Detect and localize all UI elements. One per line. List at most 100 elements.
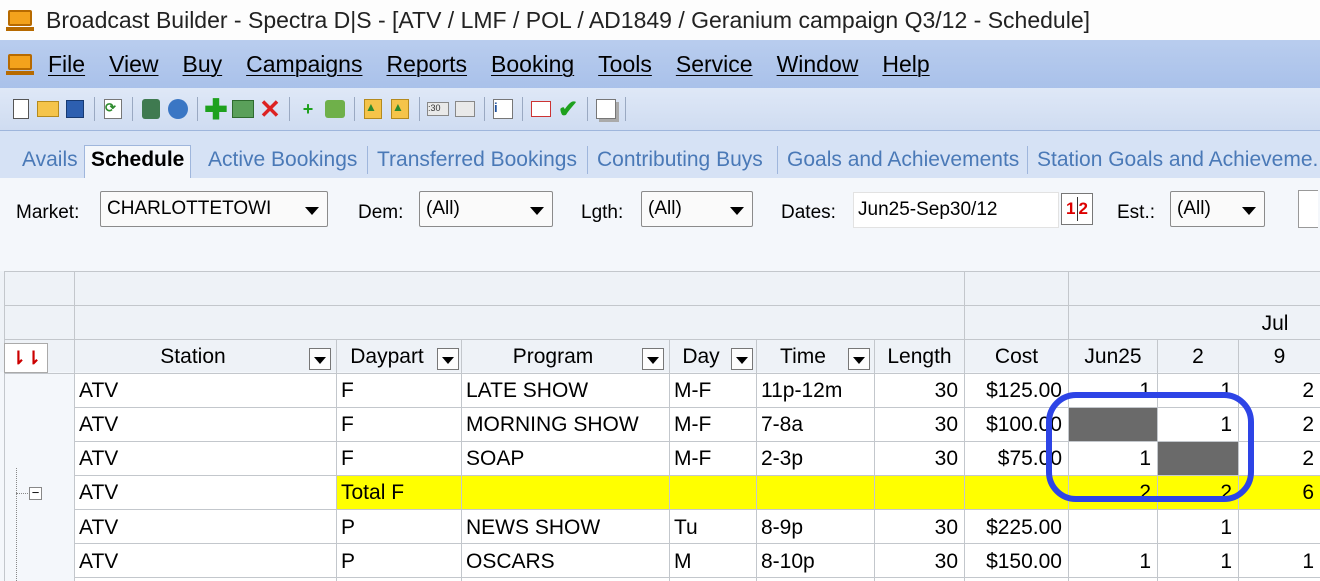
open-folder-icon[interactable] xyxy=(37,98,59,120)
column-header-week-2[interactable]: 2 xyxy=(1158,345,1238,369)
delete-icon[interactable]: ✕ xyxy=(259,94,281,124)
daypart-filter-dropdown[interactable] xyxy=(437,348,459,370)
row-time[interactable]: 8-10p xyxy=(757,550,874,574)
add-line-icon[interactable]: + xyxy=(297,98,319,120)
column-header-day[interactable]: Day xyxy=(670,345,732,369)
column-header-station[interactable]: Station xyxy=(75,345,311,369)
tab-avails[interactable]: Avails xyxy=(22,148,78,172)
green-tool-icon[interactable] xyxy=(324,98,346,120)
row-station[interactable]: ATV xyxy=(75,516,336,540)
add-icon[interactable]: ✚ xyxy=(204,94,227,125)
row-week-1[interactable]: 1 xyxy=(1069,550,1157,574)
menu-booking[interactable]: Booking xyxy=(491,51,574,78)
upload-alt-icon[interactable]: ▲ xyxy=(389,98,411,120)
row-day[interactable]: M-F xyxy=(670,413,756,437)
dem-select[interactable]: (All) xyxy=(419,191,553,227)
menu-help[interactable]: Help xyxy=(882,51,929,78)
form-icon[interactable] xyxy=(530,98,552,120)
row-program[interactable]: NEWS SHOW xyxy=(462,516,669,540)
image-icon[interactable] xyxy=(232,98,254,120)
menu-file[interactable]: File xyxy=(48,51,85,78)
filter-button[interactable] xyxy=(1298,190,1318,228)
row-time[interactable]: 2-3p xyxy=(757,447,874,471)
menu-buy[interactable]: Buy xyxy=(183,51,223,78)
row-station[interactable]: ATV xyxy=(75,481,336,505)
new-document-icon[interactable] xyxy=(10,98,32,120)
row-daypart[interactable]: P xyxy=(337,550,461,574)
check-icon[interactable]: ✔ xyxy=(557,96,579,123)
collapse-toggle[interactable]: − xyxy=(29,486,42,500)
calendar-icon[interactable]: 12 xyxy=(1061,193,1093,225)
column-header-daypart[interactable]: Daypart xyxy=(337,345,437,369)
length-select[interactable]: (All) xyxy=(641,191,753,227)
tab-schedule[interactable]: Schedule xyxy=(84,145,192,179)
row-daypart-total[interactable]: Total F xyxy=(337,481,461,505)
tab-transferred-bookings[interactable]: Transferred Bookings xyxy=(377,148,577,172)
row-time[interactable]: 11p-12m xyxy=(757,379,874,403)
copy-icon[interactable] xyxy=(454,98,476,120)
day-filter-dropdown[interactable] xyxy=(731,348,753,370)
est-select[interactable]: (All) xyxy=(1170,191,1265,227)
menu-service[interactable]: Service xyxy=(676,51,753,78)
row-day[interactable]: M xyxy=(670,550,756,574)
row-week-3[interactable]: 1 xyxy=(1239,550,1320,574)
row-cost[interactable]: $150.00 xyxy=(965,550,1068,574)
row-day[interactable]: M-F xyxy=(670,379,756,403)
windows-icon[interactable] xyxy=(595,98,617,120)
station-filter-dropdown[interactable] xyxy=(309,348,331,370)
refresh-icon[interactable]: ⟳ xyxy=(102,98,124,120)
row-daypart[interactable]: F xyxy=(337,379,461,403)
row-daypart[interactable]: F xyxy=(337,413,461,437)
menu-campaigns[interactable]: Campaigns xyxy=(246,51,362,78)
row-length[interactable]: 30 xyxy=(875,550,964,574)
row-station[interactable]: ATV xyxy=(75,413,336,437)
row-daypart[interactable]: F xyxy=(337,447,461,471)
time-filter-dropdown[interactable] xyxy=(848,348,870,370)
row-cost[interactable]: $125.00 xyxy=(965,379,1068,403)
column-header-cost[interactable]: Cost xyxy=(965,345,1068,369)
row-station[interactable]: ATV xyxy=(75,550,336,574)
tab-active-bookings[interactable]: Active Bookings xyxy=(208,148,357,172)
program-filter-dropdown[interactable] xyxy=(642,348,664,370)
menu-view[interactable]: View xyxy=(109,51,158,78)
save-disk-icon[interactable] xyxy=(64,98,86,120)
menu-reports[interactable]: Reports xyxy=(386,51,467,78)
column-header-week-1[interactable]: Jun25 xyxy=(1069,345,1157,369)
row-station[interactable]: ATV xyxy=(75,447,336,471)
row-time[interactable]: 7-8a xyxy=(757,413,874,437)
column-header-length[interactable]: Length xyxy=(875,345,964,369)
row-week-3[interactable]: 2 xyxy=(1239,379,1320,403)
row-length[interactable]: 30 xyxy=(875,379,964,403)
tab-contributing-buys[interactable]: Contributing Buys xyxy=(597,148,763,172)
row-length[interactable]: 30 xyxy=(875,516,964,540)
row-daypart[interactable]: P xyxy=(337,516,461,540)
app-menu-icon[interactable] xyxy=(6,51,36,77)
info-icon[interactable]: i xyxy=(492,98,514,120)
market-select[interactable]: CHARLOTTETOWI xyxy=(100,191,328,227)
settings-gear-icon[interactable] xyxy=(167,98,189,120)
upload-icon[interactable]: ▲ xyxy=(362,98,384,120)
column-header-week-3[interactable]: 9 xyxy=(1239,345,1320,369)
tab-goals-achievements[interactable]: Goals and Achievements xyxy=(787,148,1019,172)
tab-station-goals[interactable]: Station Goals and Achieveme. xyxy=(1037,148,1320,172)
row-week-2[interactable]: 1 xyxy=(1158,516,1238,540)
row-length[interactable]: 30 xyxy=(875,447,964,471)
column-header-program[interactable]: Program xyxy=(462,345,644,369)
row-program[interactable]: MORNING SHOW xyxy=(462,413,669,437)
length-30-icon[interactable]: :30 xyxy=(427,98,449,120)
collapse-all-button[interactable]: ⇂⇂ xyxy=(4,343,48,373)
menu-tools[interactable]: Tools xyxy=(598,51,652,78)
dates-input[interactable]: Jun25-Sep30/12 xyxy=(853,192,1059,228)
row-program[interactable]: OSCARS xyxy=(462,550,669,574)
menu-window[interactable]: Window xyxy=(777,51,859,78)
database-icon[interactable] xyxy=(140,98,162,120)
row-length[interactable]: 30 xyxy=(875,413,964,437)
row-cost[interactable]: $225.00 xyxy=(965,516,1068,540)
row-station[interactable]: ATV xyxy=(75,379,336,403)
row-program[interactable]: LATE SHOW xyxy=(462,379,669,403)
row-day[interactable]: M-F xyxy=(670,447,756,471)
row-time[interactable]: 8-9p xyxy=(757,516,874,540)
row-day[interactable]: Tu xyxy=(670,516,756,540)
row-program[interactable]: SOAP xyxy=(462,447,669,471)
row-week-2[interactable]: 1 xyxy=(1158,550,1238,574)
